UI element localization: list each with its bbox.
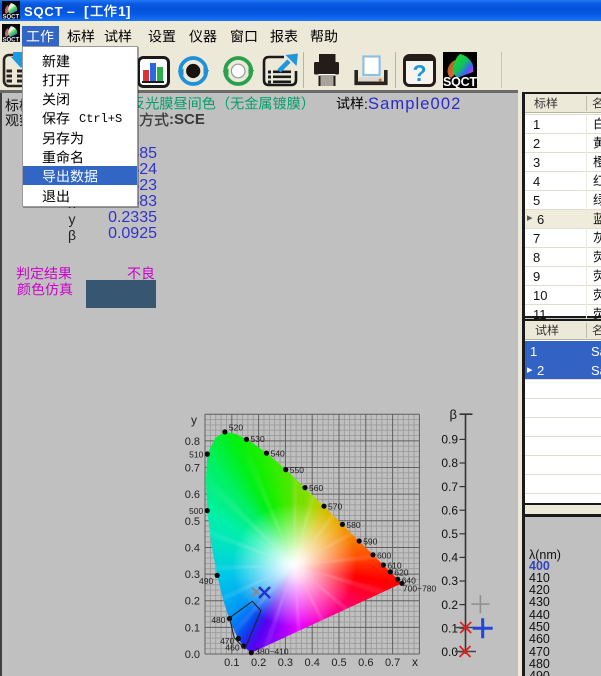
svg-text:520: 520	[229, 422, 243, 432]
svg-text:540: 540	[271, 449, 285, 459]
svg-text:700~780: 700~780	[403, 583, 437, 593]
svg-text:550: 550	[290, 465, 304, 475]
svg-text:0.6: 0.6	[441, 503, 458, 517]
svg-text:380~410: 380~410	[255, 647, 289, 657]
svg-text:β: β	[450, 407, 457, 422]
svg-text:490: 490	[199, 576, 213, 586]
svg-text:460: 460	[225, 643, 239, 653]
svg-text:0.9: 0.9	[441, 433, 458, 447]
svg-text:590: 590	[363, 537, 377, 547]
svg-text:0.7: 0.7	[441, 480, 458, 494]
svg-text:560: 560	[309, 483, 323, 493]
svg-text:0.1: 0.1	[441, 621, 458, 635]
svg-text:0.5: 0.5	[441, 527, 458, 541]
svg-text:570: 570	[328, 502, 342, 512]
svg-text:500: 500	[189, 506, 203, 516]
svg-text:580: 580	[346, 520, 360, 530]
svg-text:530: 530	[251, 434, 265, 444]
svg-text:510: 510	[189, 450, 203, 460]
svg-text:0.4: 0.4	[441, 551, 458, 565]
svg-text:0.3: 0.3	[441, 574, 458, 588]
svg-text:0.2: 0.2	[441, 598, 458, 612]
svg-text:480: 480	[211, 615, 225, 625]
svg-text:0.8: 0.8	[441, 456, 458, 470]
svg-text:600: 600	[377, 550, 391, 560]
